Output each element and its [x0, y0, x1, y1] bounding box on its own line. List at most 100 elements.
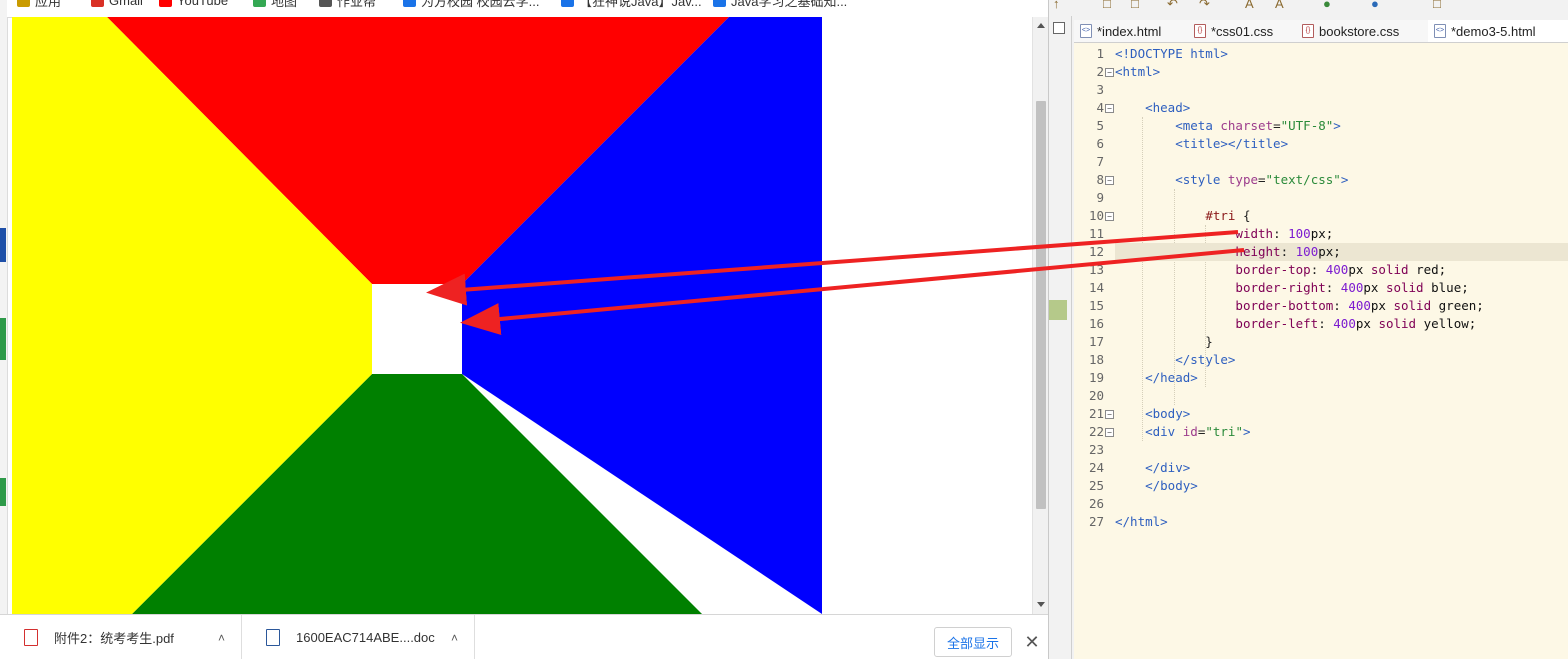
bookmark-item[interactable]: 【狂神说Java】Jav... [561, 0, 702, 9]
restore-window-icon[interactable] [1053, 22, 1065, 34]
bookmark-item[interactable]: 地图 [253, 0, 297, 9]
line-number: 23 [1088, 442, 1104, 457]
code-token: > [1242, 424, 1251, 439]
line-number: 19 [1088, 370, 1104, 385]
bookmark-item[interactable]: 作业帮 [319, 0, 376, 9]
code-token: : [1310, 262, 1326, 277]
line-numbers: 1 2 3 4 5 6 7 8 9 10 11 12 13 14 15 16 17 18 19 20 21 22 23 24 2… [1074, 45, 1104, 531]
download-item[interactable]: 1600EAC714ABE....doc ˄ [242, 615, 475, 659]
toolbar-arrow-icon[interactable]: ↑ [1053, 0, 1060, 11]
download-filename: 1600EAC714ABE....doc [296, 630, 435, 645]
vertical-scrollbar[interactable] [1032, 17, 1048, 614]
download-item[interactable]: 附件2：统考考生.pdf ˄ [0, 615, 242, 659]
tab-demo3-5-html[interactable]: <> *demo3-5.html [1428, 20, 1568, 42]
line-number: 5 [1096, 118, 1104, 133]
bookmark-item[interactable]: 为方校园 校园云学... [403, 0, 539, 9]
strip-mark [0, 478, 6, 506]
code-token: solid [1385, 280, 1424, 295]
bookmark-item[interactable]: YouTube [159, 0, 228, 8]
debug-icon[interactable]: ● [1371, 0, 1379, 11]
tab-bookstore-css[interactable]: {} bookstore.css [1296, 20, 1429, 42]
bookmark-item[interactable]: 应用 [17, 0, 61, 9]
line-number: 15 [1088, 298, 1104, 313]
show-all-downloads-button[interactable]: 全部显示 [934, 627, 1012, 657]
close-downloads-icon[interactable]: ✕ [1022, 631, 1042, 653]
code-line: </style> [1115, 351, 1568, 369]
bookmark-label: Java学习之基础知... [731, 0, 848, 9]
code-line: <body> [1115, 405, 1568, 423]
code-line: <!DOCTYPE html> [1115, 45, 1568, 63]
code-token: height [1235, 244, 1281, 259]
apps-icon [17, 0, 30, 7]
code-line: border-left: 400px solid yellow; [1115, 315, 1568, 333]
toolbar-misc-icon[interactable]: □ [1433, 0, 1441, 11]
code-token: "tri" [1205, 424, 1243, 439]
tab-css01-css[interactable]: {} *css01.css [1188, 20, 1297, 42]
code-token: : [1280, 244, 1296, 259]
run-icon[interactable]: ● [1323, 0, 1331, 11]
html-file-icon: <> [1080, 24, 1092, 38]
browser-window: 应用 Gmail YouTube 地图 作业帮 为方校园 校园云学... 【狂神说Java】… [0, 0, 1049, 659]
code-token: <body> [1145, 406, 1191, 421]
code-token: px [1355, 316, 1379, 331]
fold-toggle-icon[interactable]: − [1105, 68, 1114, 77]
toolbar-redo-icon[interactable]: ↷ [1199, 0, 1210, 12]
code-token: = [1273, 118, 1281, 133]
code-token: charset [1220, 118, 1274, 133]
line-number: 3 [1096, 82, 1104, 97]
code-area[interactable]: 1 2 3 4 5 6 7 8 9 10 11 12 13 14 15 16 17 18 19 20 21 22 23 24 2… [1074, 43, 1568, 659]
line-number: 14 [1088, 280, 1104, 295]
background-window-strip [0, 0, 8, 614]
bookmark-item[interactable]: Java学习之基础知... [713, 0, 848, 9]
bookmark-item[interactable]: Gmail [91, 0, 143, 8]
line-number: 20 [1088, 388, 1104, 403]
code-token: <!DOCTYPE html> [1115, 46, 1228, 61]
scroll-down-arrow-icon[interactable] [1037, 602, 1045, 607]
word-file-icon [266, 629, 280, 646]
tab-index-html[interactable]: <> *index.html [1074, 20, 1189, 42]
code-token: : [1325, 280, 1341, 295]
code-line: height: 100px; [1115, 243, 1568, 261]
code-token: 400 [1348, 298, 1371, 313]
line-number: 4 [1096, 100, 1104, 115]
gmail-icon [91, 0, 104, 7]
code-token: 400 [1325, 262, 1349, 277]
fold-toggle-icon[interactable]: − [1105, 176, 1114, 185]
bookmark-label: 【狂神说Java】Jav... [579, 0, 702, 9]
font-increase-icon[interactable]: A [1245, 0, 1254, 11]
bookmark-label: YouTube [177, 0, 229, 8]
scroll-up-arrow-icon[interactable] [1037, 23, 1045, 28]
tab-label: *demo3-5.html [1451, 23, 1536, 39]
code-token: </style> [1175, 352, 1236, 367]
font-decrease-icon[interactable]: A [1275, 0, 1284, 11]
code-line: } [1115, 333, 1568, 351]
code-line: border-bottom: 400px solid green; [1115, 297, 1568, 315]
fold-toggle-icon[interactable]: − [1105, 212, 1114, 221]
code-token: "text/css" [1265, 172, 1341, 187]
fold-toggle-icon[interactable]: − [1105, 104, 1114, 113]
toolbar-undo-icon[interactable]: ↶ [1167, 0, 1178, 12]
toolbar-tool-icon[interactable]: □ [1131, 0, 1139, 11]
toolbar-save-icon[interactable]: □ [1103, 0, 1111, 11]
chevron-up-icon[interactable]: ˄ [451, 631, 458, 645]
chevron-up-icon[interactable]: ˄ [218, 631, 225, 645]
code-token: #tri [1205, 208, 1243, 223]
fold-toggle-icon[interactable]: − [1105, 410, 1114, 419]
code-line: #tri { [1115, 207, 1568, 225]
scrollbar-thumb[interactable] [1036, 101, 1046, 509]
fold-toggle-icon[interactable]: − [1105, 428, 1114, 437]
